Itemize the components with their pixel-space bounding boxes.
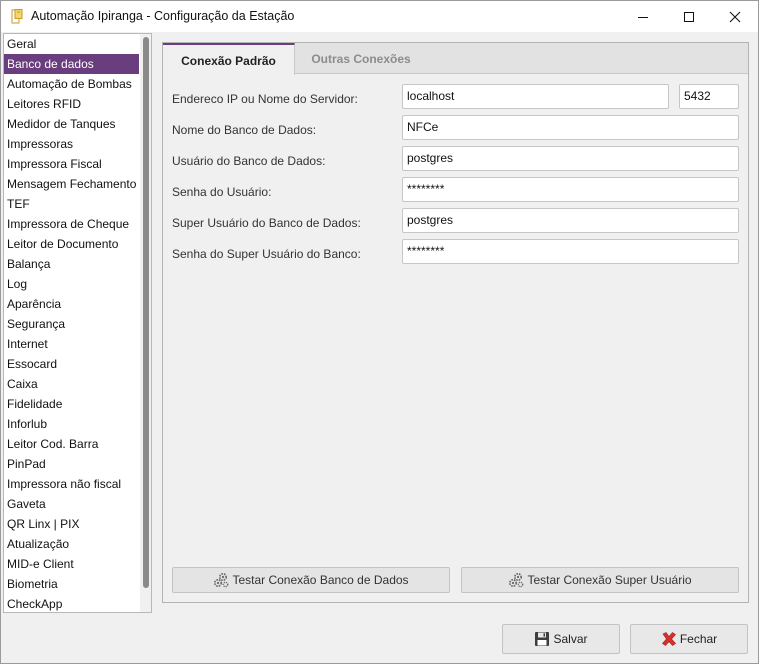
superpass-input[interactable]: ********: [402, 239, 739, 264]
test-superuser-label: Testar Conexão Super Usuário: [527, 573, 692, 587]
server-label: Endereco IP ou Nome do Servidor:: [172, 92, 358, 106]
minimize-icon: [638, 16, 648, 18]
sidebar-item-atualizacao[interactable]: Atualização: [4, 534, 139, 554]
app-icon: [11, 9, 23, 24]
sidebar-item-geral[interactable]: Geral: [4, 34, 139, 54]
tab-strip: Conexão Padrão Outras Conexões: [163, 43, 748, 75]
sidebar-item-mensagem-fechamento[interactable]: Mensagem Fechamento: [4, 174, 139, 194]
dbuser-input[interactable]: postgres: [402, 146, 739, 171]
maximize-button[interactable]: [666, 1, 712, 32]
settings-sidebar: Geral Banco de dados Automação de Bombas Le…: [3, 33, 152, 613]
sidebar-item-biometria[interactable]: Biometria: [4, 574, 139, 594]
test-superuser-connection-button[interactable]: Testar Conexão Super Usuário: [461, 567, 739, 593]
sidebar-item-leitor-cod-barra[interactable]: Leitor Cod. Barra: [4, 434, 139, 454]
close-icon: [729, 11, 741, 22]
superpass-label: Senha do Super Usuário do Banco:: [172, 247, 361, 261]
sidebar-item-fidelidade[interactable]: Fidelidade: [4, 394, 139, 414]
sidebar-scrollbar[interactable]: [140, 34, 151, 612]
red-x-icon: [661, 631, 677, 647]
sidebar-item-impressora-nao-fiscal[interactable]: Impressora não fiscal: [4, 474, 139, 494]
server-input[interactable]: localhost: [402, 84, 669, 109]
sidebar-item-impressoras[interactable]: Impressoras: [4, 134, 139, 154]
sidebar-item-gaveta[interactable]: Gaveta: [4, 494, 139, 514]
port-input[interactable]: 5432: [679, 84, 739, 109]
sidebar-item-caixa[interactable]: Caixa: [4, 374, 139, 394]
scrollbar-thumb[interactable]: [143, 37, 149, 588]
tab-outras-conexoes[interactable]: Outras Conexões: [295, 43, 427, 74]
tab-panel: Conexão Padrão Outras Conexões Endereco …: [162, 42, 749, 603]
sidebar-item-impressora-fiscal[interactable]: Impressora Fiscal: [4, 154, 139, 174]
close-label: Fechar: [679, 632, 718, 646]
sidebar-item-pinpad[interactable]: PinPad: [4, 454, 139, 474]
password-label: Senha do Usuário:: [172, 185, 272, 199]
dbuser-label: Usuário do Banco de Dados:: [172, 154, 326, 168]
sidebar-item-banco-de-dados[interactable]: Banco de dados: [4, 54, 139, 74]
dbname-input[interactable]: NFCe: [402, 115, 739, 140]
sidebar-item-seguranca[interactable]: Segurança: [4, 314, 139, 334]
save-button[interactable]: Salvar: [502, 624, 620, 654]
superuser-input[interactable]: postgres: [402, 208, 739, 233]
sidebar-item-aparencia[interactable]: Aparência: [4, 294, 139, 314]
configuration-window: Automação Ipiranga - Configuração da Est…: [0, 0, 759, 664]
sidebar-item-automacao-de-bombas[interactable]: Automação de Bombas: [4, 74, 139, 94]
test-db-connection-button[interactable]: Testar Conexão Banco de Dados: [172, 567, 450, 593]
window-title: Automação Ipiranga - Configuração da Est…: [31, 9, 295, 23]
sidebar-item-checkapp[interactable]: CheckApp: [4, 594, 139, 612]
sidebar-item-essocard[interactable]: Essocard: [4, 354, 139, 374]
sidebar-item-balanca[interactable]: Balança: [4, 254, 139, 274]
gears-icon: [508, 572, 524, 588]
sidebar-list: Geral Banco de dados Automação de Bombas Le…: [4, 34, 139, 612]
test-db-label: Testar Conexão Banco de Dados: [232, 573, 409, 587]
sidebar-item-internet[interactable]: Internet: [4, 334, 139, 354]
gears-icon: [213, 572, 229, 588]
floppy-disk-icon: [534, 631, 550, 647]
sidebar-item-leitor-de-documento[interactable]: Leitor de Documento: [4, 234, 139, 254]
sidebar-item-mid-e-client[interactable]: MID-e Client: [4, 554, 139, 574]
dbname-label: Nome do Banco de Dados:: [172, 123, 317, 137]
sidebar-item-inforlub[interactable]: Inforlub: [4, 414, 139, 434]
save-label: Salvar: [553, 632, 588, 646]
maximize-icon: [684, 11, 694, 22]
sidebar-item-qr-linx-pix[interactable]: QR Linx | PIX: [4, 514, 139, 534]
sidebar-item-medidor-de-tanques[interactable]: Medidor de Tanques: [4, 114, 139, 134]
sidebar-item-impressora-de-cheque[interactable]: Impressora de Cheque: [4, 214, 139, 234]
title-bar: Automação Ipiranga - Configuração da Est…: [1, 1, 758, 32]
superuser-label: Super Usuário do Banco de Dados:: [172, 216, 361, 230]
tab-conexao-padrao[interactable]: Conexão Padrão: [163, 43, 295, 75]
sidebar-item-leitores-rfid[interactable]: Leitores RFID: [4, 94, 139, 114]
close-window-button[interactable]: [712, 1, 758, 32]
sidebar-item-log[interactable]: Log: [4, 274, 139, 294]
sidebar-item-tef[interactable]: TEF: [4, 194, 139, 214]
close-button[interactable]: Fechar: [630, 624, 748, 654]
password-input[interactable]: ********: [402, 177, 739, 202]
minimize-button[interactable]: [620, 1, 666, 32]
